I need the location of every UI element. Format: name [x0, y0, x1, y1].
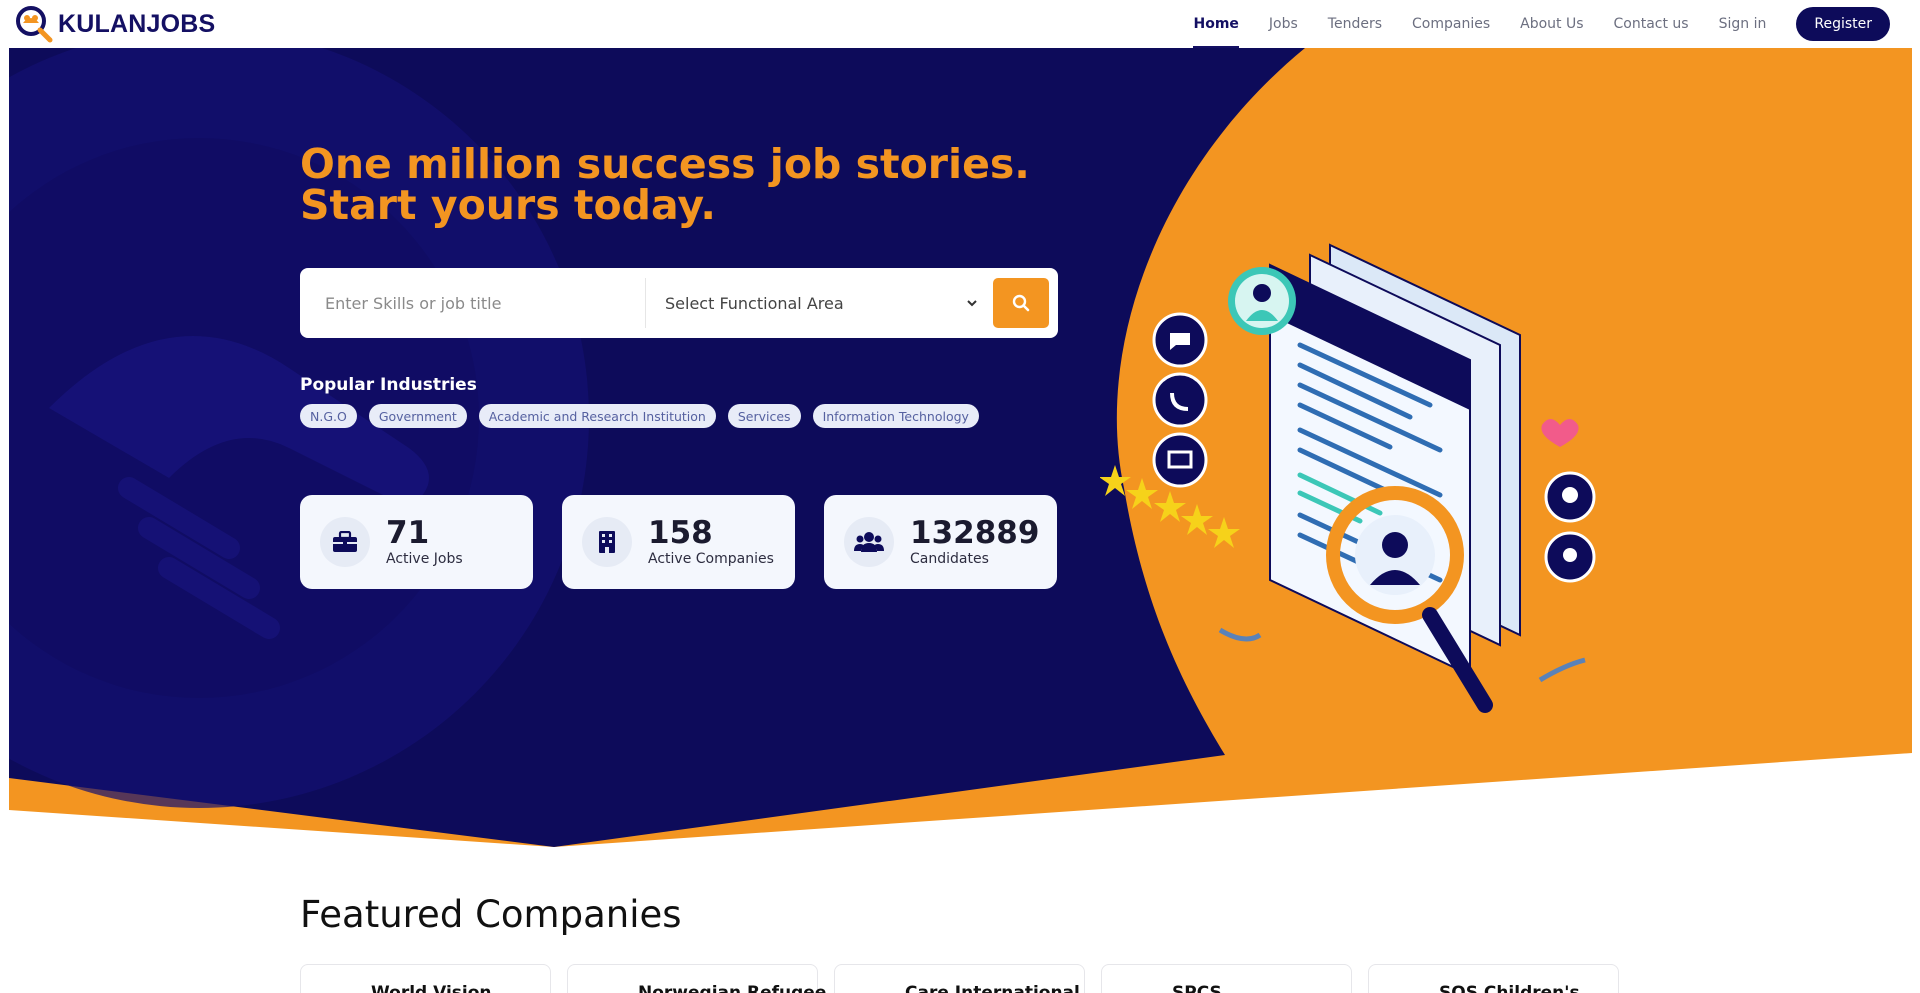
industry-chip-it[interactable]: Information Technology [812, 404, 979, 428]
company-logo-care-international [857, 985, 901, 993]
brand-name: KULANJOBS [58, 9, 216, 38]
hero-headline-line2: Start yours today. [300, 181, 716, 229]
brand-logo[interactable]: KULANJOBS [14, 4, 215, 44]
nav-tenders[interactable]: Tenders [1328, 0, 1382, 48]
main-nav: Home Jobs Tenders Companies About Us Con… [1163, 0, 1890, 48]
company-name: Norwegian Refugee [638, 983, 827, 993]
company-card-care-international[interactable]: Care International [834, 964, 1085, 993]
stat-jobs-value: 71 [386, 515, 430, 551]
industry-chip-academic[interactable]: Academic and Research Institution [478, 404, 716, 428]
company-name: World Vision [371, 983, 492, 993]
nav-home[interactable]: Home [1193, 0, 1240, 48]
functional-area-value: Select Functional Area [665, 293, 844, 313]
company-name: SPCS [1172, 983, 1222, 993]
stats-row: 71 Active Jobs 158 Active Companies 1328… [300, 495, 1057, 589]
company-logo-spcs [1124, 985, 1168, 993]
building-icon [582, 517, 632, 567]
company-logo-sos-childrens [1391, 985, 1435, 993]
top-navbar: KULANJOBS Home Jobs Tenders Companies Ab… [0, 0, 1920, 48]
hero-headline: One million success job stories. Start y… [300, 144, 1030, 226]
featured-companies-list: World Vision Norwegian Refugee Care Inte… [300, 964, 1619, 993]
functional-area-select[interactable]: Select Functional Area [646, 268, 991, 338]
briefcase-icon [320, 517, 370, 567]
company-card-spcs[interactable]: SPCS [1101, 964, 1352, 993]
company-card-world-vision[interactable]: World Vision [300, 964, 551, 993]
company-name: SOS Children's [1439, 983, 1580, 993]
hero-section: One million success job stories. Start y… [9, 48, 1912, 848]
nav-companies[interactable]: Companies [1412, 0, 1490, 48]
search-button[interactable] [993, 278, 1049, 328]
stat-card-candidates[interactable]: 132889 Candidates [824, 495, 1057, 589]
company-name: Care International [905, 983, 1080, 993]
stat-companies-label: Active Companies [648, 551, 774, 567]
stat-jobs-label: Active Jobs [386, 551, 463, 567]
stat-card-companies[interactable]: 158 Active Companies [562, 495, 795, 589]
popular-industries-heading: Popular Industries [300, 375, 477, 395]
nav-contact-us[interactable]: Contact us [1614, 0, 1689, 48]
featured-companies-heading: Featured Companies [300, 893, 682, 936]
stat-companies-value: 158 [648, 515, 713, 551]
company-logo-world-vision [323, 985, 367, 993]
skills-search-input[interactable] [300, 268, 645, 338]
industry-chips: N.G.O Government Academic and Research I… [300, 404, 979, 428]
stat-candidates-value: 132889 [910, 515, 1040, 551]
industry-chip-ngo[interactable]: N.G.O [300, 404, 357, 428]
hero-headline-line1: One million success job stories. [300, 140, 1030, 188]
nav-sign-in[interactable]: Sign in [1719, 0, 1767, 48]
logo-magnifier-icon [16, 6, 53, 43]
industry-chip-government[interactable]: Government [368, 404, 467, 428]
register-button[interactable]: Register [1796, 7, 1890, 41]
nav-about-us[interactable]: About Us [1520, 0, 1583, 48]
stat-candidates-label: Candidates [910, 551, 989, 567]
users-icon [844, 517, 894, 567]
industry-chip-services[interactable]: Services [727, 404, 801, 428]
company-card-sos-childrens[interactable]: SOS Children's [1368, 964, 1619, 993]
company-card-norwegian-refugee[interactable]: Norwegian Refugee [567, 964, 826, 993]
stat-card-jobs[interactable]: 71 Active Jobs [300, 495, 533, 589]
company-logo-norwegian-refugee [590, 985, 634, 993]
resume-search-illustration [1100, 243, 1596, 713]
nav-jobs[interactable]: Jobs [1269, 0, 1298, 48]
chevron-down-icon [967, 300, 977, 307]
search-icon [1012, 294, 1030, 312]
job-search-bar: Select Functional Area [300, 268, 1058, 338]
